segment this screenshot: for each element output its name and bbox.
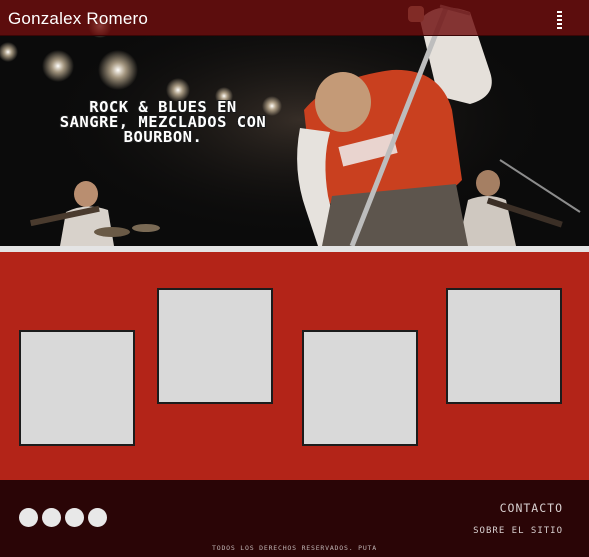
- site-title[interactable]: Gonzalex Romero: [8, 9, 148, 29]
- social-icon[interactable]: [19, 508, 38, 527]
- gallery-section: [0, 252, 589, 480]
- about-link[interactable]: SOBRE EL SITIO: [473, 526, 563, 536]
- hamburger-menu-icon[interactable]: [552, 9, 568, 29]
- gallery-tile[interactable]: [157, 288, 273, 404]
- gallery-tile[interactable]: [446, 288, 562, 404]
- copyright-text: TODOS LOS DERECHOS RESERVADOS. PUTA: [212, 544, 377, 552]
- social-links: [19, 508, 107, 527]
- social-icon[interactable]: [88, 508, 107, 527]
- gallery-tile[interactable]: [19, 330, 135, 446]
- hero-tagline: ROCK & BLUES EN SANGRE, MEZCLADOS CON BO…: [59, 98, 267, 146]
- footer: CONTACTO SOBRE EL SITIO TODOS LOS DERECH…: [0, 480, 589, 557]
- gallery-tile[interactable]: [302, 330, 418, 446]
- social-icon[interactable]: [42, 508, 61, 527]
- hero-banner: Gonzalex Romero ROCK & BLUES EN SANGRE, …: [0, 0, 589, 246]
- top-bar: Gonzalex Romero: [0, 0, 589, 36]
- contact-link[interactable]: CONTACTO: [500, 501, 563, 515]
- social-icon[interactable]: [65, 508, 84, 527]
